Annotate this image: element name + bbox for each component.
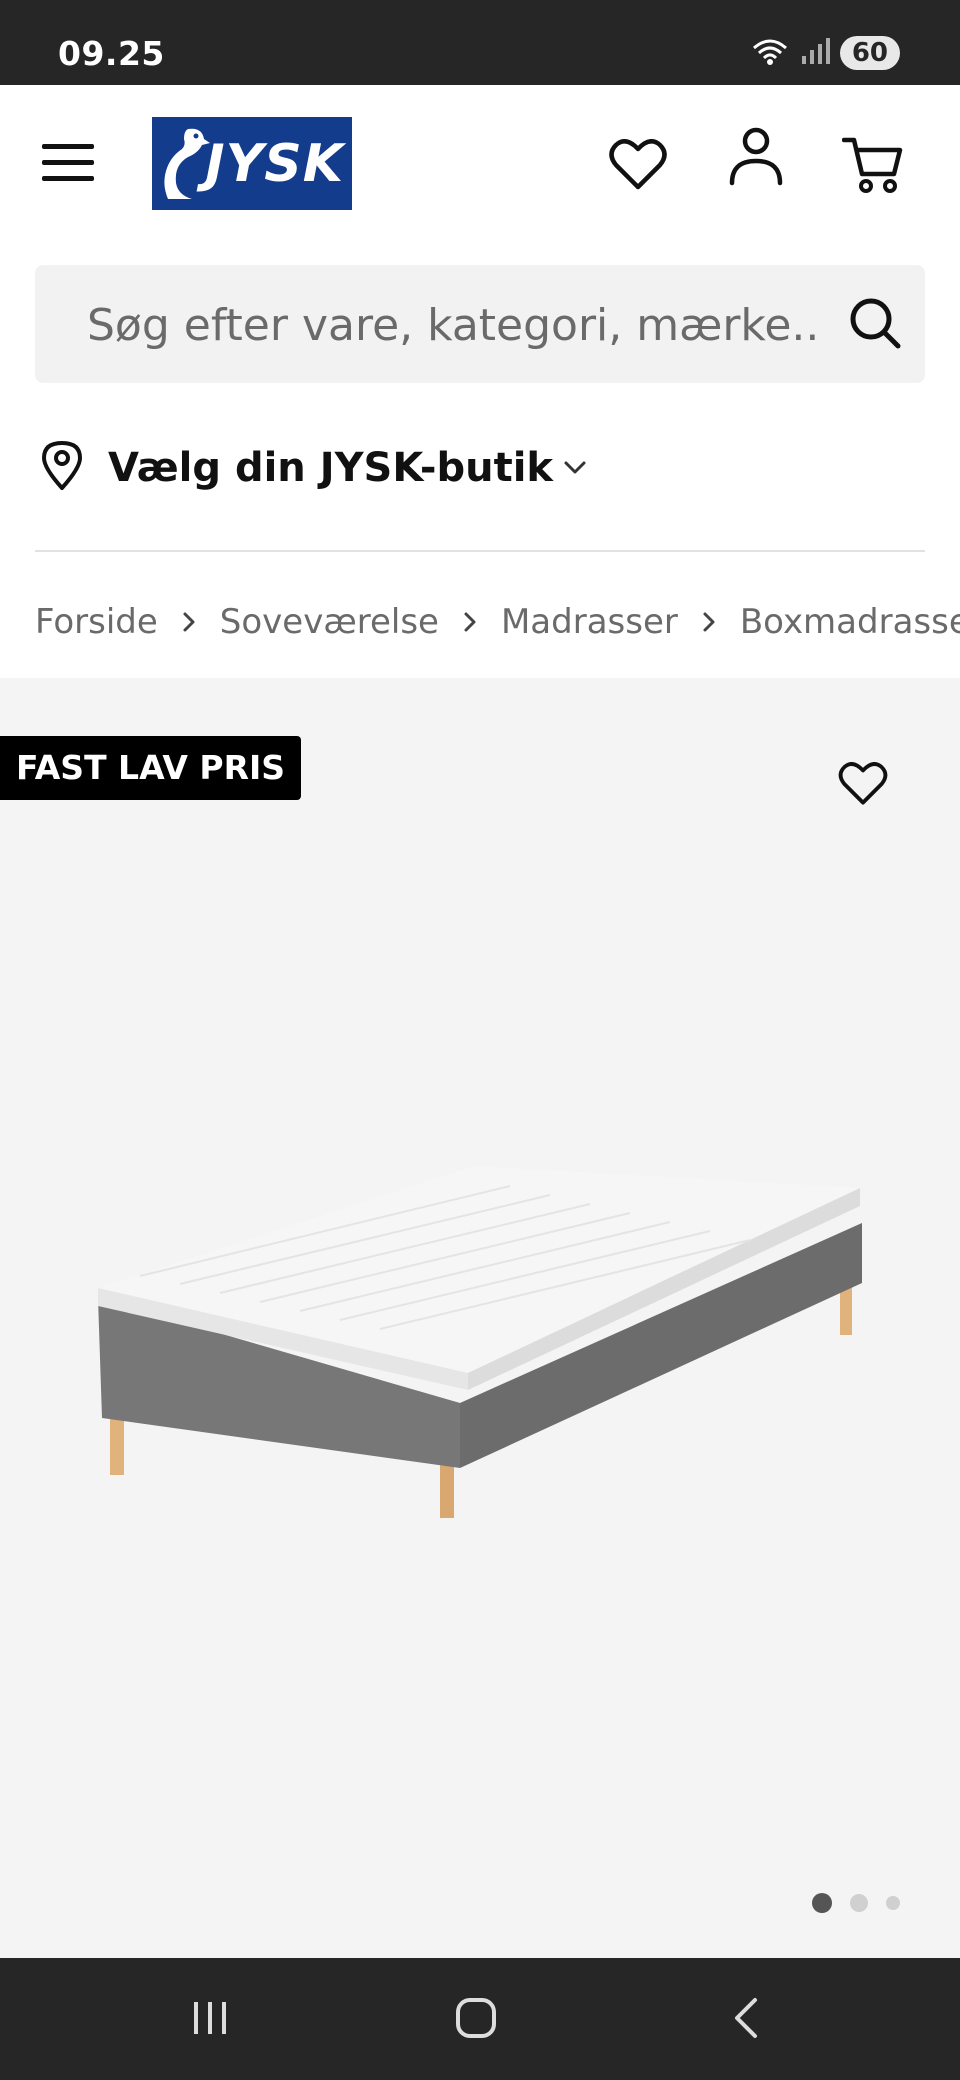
signal-icon bbox=[800, 36, 830, 70]
battery-indicator: 60 bbox=[839, 36, 900, 70]
price-badge: FAST LAV PRIS bbox=[0, 736, 302, 800]
breadcrumb-item-sovevaerelse[interactable]: Soveværelse bbox=[220, 602, 439, 642]
search-icon[interactable] bbox=[845, 291, 905, 355]
pagination-dot[interactable] bbox=[850, 1894, 868, 1912]
store-label: Vælg din JYSK-butik bbox=[108, 445, 554, 491]
chevron-down-icon bbox=[563, 460, 587, 476]
menu-icon[interactable] bbox=[40, 135, 96, 191]
product-image-bed bbox=[98, 1166, 862, 1518]
breadcrumb-item-boxmadrasse[interactable]: Boxmadrasse bbox=[740, 602, 960, 642]
user-icon[interactable] bbox=[726, 125, 786, 189]
chevron-right-icon bbox=[463, 611, 477, 633]
header: JYSK bbox=[0, 85, 960, 245]
breadcrumb: Forside Soveværelse Madrasser Boxmadrass… bbox=[35, 594, 960, 650]
back-icon[interactable] bbox=[716, 1988, 776, 2048]
home-icon[interactable] bbox=[446, 1988, 506, 2048]
status-bar: 09.25 60 bbox=[0, 0, 960, 85]
cart-icon[interactable] bbox=[842, 135, 904, 195]
goose-icon bbox=[164, 128, 210, 199]
gallery-pagination bbox=[812, 1893, 900, 1913]
favorite-heart-icon[interactable] bbox=[835, 756, 891, 812]
chevron-right-icon bbox=[702, 611, 716, 633]
chevron-right-icon bbox=[182, 611, 196, 633]
search-input[interactable] bbox=[85, 265, 819, 385]
pagination-dot-active[interactable] bbox=[812, 1893, 832, 1913]
logo-text: JYSK bbox=[205, 133, 344, 194]
status-icons: 60 bbox=[750, 36, 900, 70]
store-selector[interactable]: Vælg din JYSK-butik bbox=[40, 440, 587, 496]
product-gallery[interactable]: FAST LAV PRIS bbox=[0, 678, 960, 1958]
heart-icon[interactable] bbox=[608, 135, 668, 195]
divider bbox=[35, 550, 925, 552]
status-time: 09.25 bbox=[58, 34, 165, 73]
breadcrumb-item-madrasser[interactable]: Madrasser bbox=[501, 602, 678, 642]
jysk-logo[interactable]: JYSK bbox=[152, 117, 352, 210]
pagination-dot[interactable] bbox=[886, 1896, 900, 1910]
location-pin-icon bbox=[40, 440, 84, 496]
wifi-icon bbox=[750, 36, 790, 70]
recents-icon[interactable] bbox=[180, 1988, 240, 2048]
breadcrumb-item-forside[interactable]: Forside bbox=[35, 602, 158, 642]
system-nav-bar bbox=[0, 1958, 960, 2080]
search-bar bbox=[35, 265, 925, 385]
